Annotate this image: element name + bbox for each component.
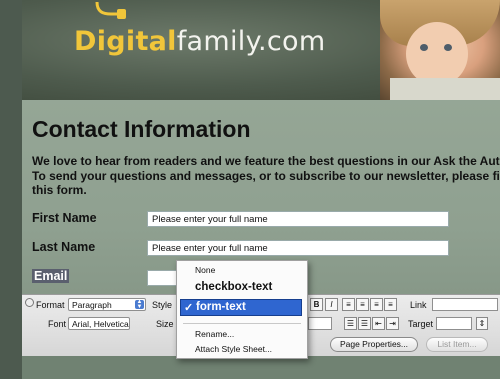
unordered-list-icon[interactable]: ☰	[344, 317, 357, 330]
menu-item-rename[interactable]: Rename...	[195, 329, 325, 339]
menu-item-checkbox-text[interactable]: checkbox-text	[195, 281, 325, 293]
baby-photo	[380, 0, 500, 100]
indent-icon[interactable]: ⇥	[386, 317, 399, 330]
intro-line-2: To send your questions and messages, or …	[32, 168, 500, 183]
plug-icon	[95, 1, 126, 19]
menu-separator	[183, 323, 301, 324]
email-label-text: Email	[32, 269, 70, 283]
link-input[interactable]	[432, 298, 498, 311]
font-select[interactable]: Arial, Helvetica	[68, 317, 130, 330]
font-label: Font	[48, 319, 67, 329]
page-properties-button[interactable]: Page Properties...	[330, 337, 418, 352]
site-logo[interactable]: Digitalfamily.com	[74, 26, 325, 57]
target-stepper-icon[interactable]: ⇕	[476, 317, 488, 330]
outdent-icon[interactable]: ⇤	[372, 317, 385, 330]
email-label: Email	[32, 269, 70, 283]
select-arrows-icon: ▲ ▼	[135, 299, 144, 310]
page-title: Contact Information	[32, 116, 251, 142]
left-gutter	[0, 0, 22, 379]
checkmark-icon: ✓	[184, 302, 194, 314]
intro-line-1: We love to hear from readers and we feat…	[32, 154, 500, 168]
style-popup-menu: None checkbox-text ✓ form-text Rename...…	[176, 260, 308, 359]
intro-text: We love to hear from readers and we feat…	[32, 154, 500, 198]
ordered-list-icon[interactable]: ☰	[358, 317, 371, 330]
align-right-icon[interactable]: ≡	[370, 298, 383, 311]
align-center-icon[interactable]: ≡	[356, 298, 369, 311]
link-label: Link	[410, 300, 427, 310]
align-left-icon[interactable]: ≡	[342, 298, 355, 311]
logo-digital: Digital	[74, 26, 177, 57]
site-banner: Digitalfamily.com	[22, 0, 500, 100]
format-select-value: Paragraph	[72, 300, 112, 310]
target-input[interactable]	[436, 317, 472, 330]
bottom-strip	[22, 356, 500, 379]
panel-close-dot[interactable]	[25, 298, 34, 307]
menu-item-none[interactable]: None	[195, 265, 325, 275]
menu-item-form-text-label: form-text	[196, 301, 246, 313]
justify-icon[interactable]: ≡	[384, 298, 397, 311]
list-item-button[interactable]: List Item...	[426, 337, 488, 352]
menu-item-form-text[interactable]: ✓ form-text	[180, 299, 302, 316]
last-name-field[interactable]: Please enter your full name	[147, 240, 449, 256]
size-label: Size	[156, 319, 174, 329]
logo-family: family.com	[176, 26, 326, 57]
first-name-label: First Name	[32, 211, 97, 225]
menu-item-attach-style-sheet[interactable]: Attach Style Sheet...	[195, 344, 325, 354]
last-name-label: Last Name	[32, 240, 96, 254]
italic-button[interactable]: I	[325, 298, 338, 311]
target-label: Target	[408, 319, 434, 329]
first-name-field[interactable]: Please enter your full name	[147, 211, 449, 227]
bold-button[interactable]: B	[310, 298, 323, 311]
format-label: Format	[36, 300, 65, 310]
format-select[interactable]: Paragraph ▲ ▼	[68, 298, 146, 311]
intro-line-3: this form.	[32, 183, 87, 197]
style-label: Style	[152, 300, 173, 310]
